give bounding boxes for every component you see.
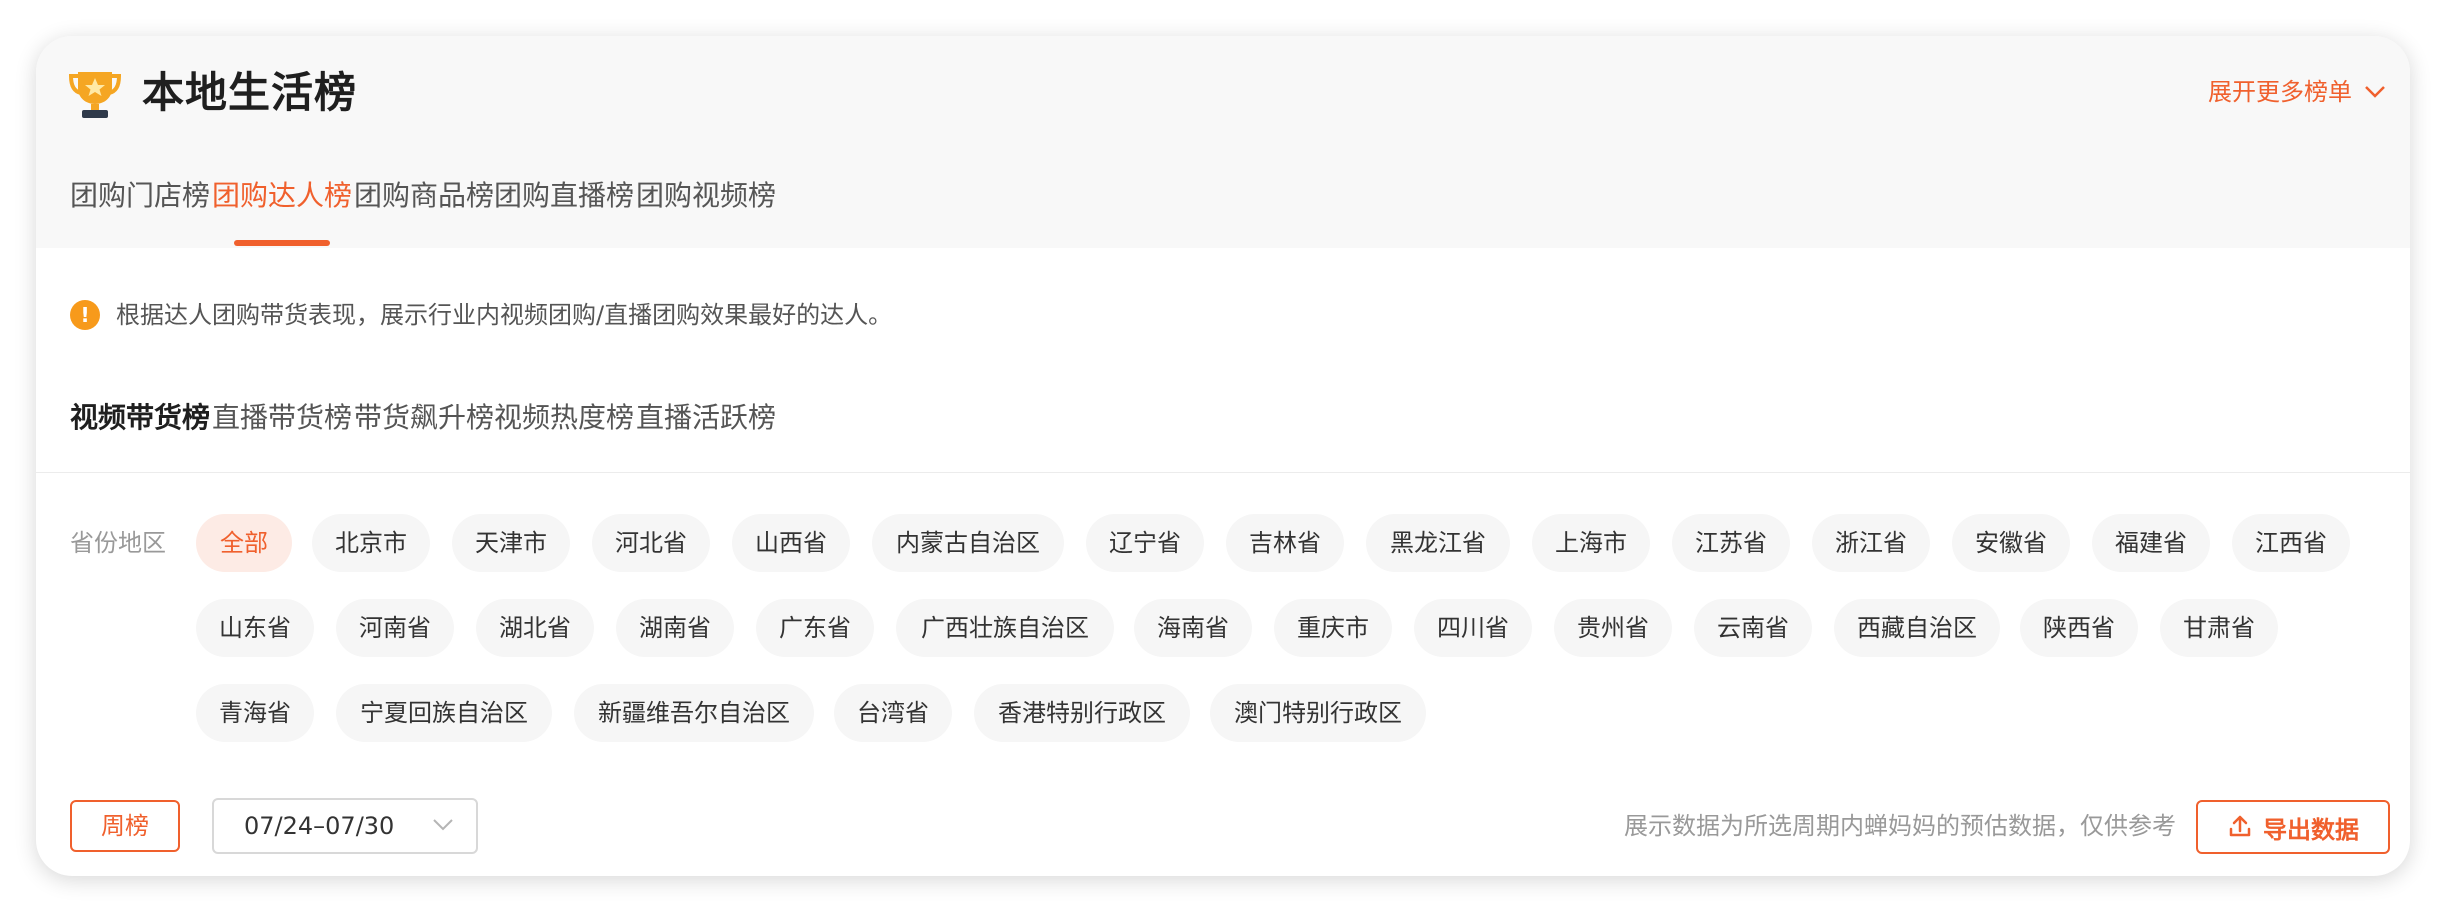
region-chip[interactable]: 辽宁省: [1086, 514, 1204, 572]
region-chip[interactable]: 吉林省: [1226, 514, 1344, 572]
region-chip[interactable]: 青海省: [196, 684, 314, 742]
tab-label: 团购直播榜: [494, 179, 635, 212]
region-chip[interactable]: 湖北省: [476, 599, 594, 657]
region-chip[interactable]: 安徽省: [1952, 514, 2070, 572]
region-chip[interactable]: 西藏自治区: [1834, 599, 2000, 657]
region-chip[interactable]: 北京市: [312, 514, 430, 572]
region-chip[interactable]: 内蒙古自治区: [872, 514, 1064, 572]
divider: [36, 472, 2410, 473]
tab-label: 团购达人榜: [212, 179, 353, 212]
region-chip[interactable]: 广东省: [756, 599, 874, 657]
tab-group-buy-live[interactable]: 团购直播榜: [494, 176, 634, 216]
date-range-value: 07/24–07/30: [244, 812, 395, 840]
export-label: 导出数据: [2263, 815, 2359, 844]
region-chip[interactable]: 山西省: [732, 514, 850, 572]
region-chip[interactable]: 浙江省: [1812, 514, 1930, 572]
region-chip[interactable]: 江西省: [2232, 514, 2350, 572]
region-chip[interactable]: 广西壮族自治区: [896, 599, 1114, 657]
export-data-button[interactable]: 导出数据: [2196, 800, 2390, 854]
date-range-select[interactable]: 07/24–07/30: [212, 798, 478, 854]
region-chip[interactable]: 河南省: [336, 599, 454, 657]
region-chip[interactable]: 河北省: [592, 514, 710, 572]
local-life-ranking-card: 本地生活榜 展开更多榜单 团购门店榜 团购达人榜 团购商品榜 团购直播榜 团购视…: [36, 36, 2410, 876]
tab-group-buy-videos[interactable]: 团购视频榜: [636, 176, 776, 216]
region-chip[interactable]: 山东省: [196, 599, 314, 657]
tab-label: 团购视频榜: [636, 179, 777, 212]
region-chip[interactable]: 香港特别行政区: [974, 684, 1190, 742]
tab-group-buy-products[interactable]: 团购商品榜: [354, 176, 494, 216]
region-filter-label: 省份地区: [70, 529, 166, 557]
region-chip[interactable]: 上海市: [1532, 514, 1650, 572]
upload-icon: [2229, 815, 2251, 837]
expand-more-rankings-button[interactable]: 展开更多榜单: [2208, 74, 2386, 110]
warning-icon: !: [70, 300, 100, 330]
chevron-down-icon: [2365, 86, 2385, 98]
region-chip[interactable]: 云南省: [1694, 599, 1812, 657]
tab-label: 团购门店榜: [70, 179, 211, 212]
region-chip[interactable]: 江苏省: [1672, 514, 1790, 572]
tab-sales-rising[interactable]: 带货飙升榜: [354, 398, 494, 438]
region-chip[interactable]: 海南省: [1134, 599, 1252, 657]
tab-label: 团购商品榜: [354, 179, 495, 212]
data-disclaimer: 展示数据为所选周期内蝉妈妈的预估数据，仅供参考: [1624, 812, 2176, 840]
region-chip[interactable]: 台湾省: [834, 684, 952, 742]
expand-more-label: 展开更多榜单: [2208, 78, 2352, 106]
notice-text: 根据达人团购带货表现，展示行业内视频团购/直播团购效果最好的达人。: [116, 301, 893, 329]
region-chip[interactable]: 天津市: [452, 514, 570, 572]
chevron-down-icon: [433, 819, 453, 831]
region-chip[interactable]: 贵州省: [1554, 599, 1672, 657]
trophy-icon: [68, 72, 122, 118]
region-chip[interactable]: 四川省: [1414, 599, 1532, 657]
tab-video-sales[interactable]: 视频带货榜: [70, 398, 210, 438]
weekly-period-button[interactable]: 周榜: [70, 800, 180, 852]
region-chip[interactable]: 澳门特别行政区: [1210, 684, 1426, 742]
region-chip[interactable]: 陕西省: [2020, 599, 2138, 657]
region-chip[interactable]: 新疆维吾尔自治区: [574, 684, 814, 742]
tab-video-hot[interactable]: 视频热度榜: [494, 398, 634, 438]
region-chip-all[interactable]: 全部: [196, 514, 292, 572]
info-notice: ! 根据达人团购带货表现，展示行业内视频团购/直播团购效果最好的达人。: [70, 298, 892, 332]
tab-live-sales[interactable]: 直播带货榜: [212, 398, 352, 438]
tab-group-buy-influencers[interactable]: 团购达人榜: [212, 176, 353, 246]
region-chip[interactable]: 重庆市: [1274, 599, 1392, 657]
tab-group-buy-stores[interactable]: 团购门店榜: [70, 176, 210, 216]
region-chip[interactable]: 甘肃省: [2160, 599, 2278, 657]
tab-live-active[interactable]: 直播活跃榜: [636, 398, 776, 438]
region-chip[interactable]: 黑龙江省: [1366, 514, 1510, 572]
header-area: 本地生活榜 展开更多榜单 团购门店榜 团购达人榜 团购商品榜 团购直播榜 团购视…: [36, 36, 2410, 248]
region-chip[interactable]: 湖南省: [616, 599, 734, 657]
active-tab-underline: [234, 240, 331, 246]
page-title: 本地生活榜: [142, 68, 358, 117]
region-chip[interactable]: 福建省: [2092, 514, 2210, 572]
region-chip[interactable]: 宁夏回族自治区: [336, 684, 552, 742]
